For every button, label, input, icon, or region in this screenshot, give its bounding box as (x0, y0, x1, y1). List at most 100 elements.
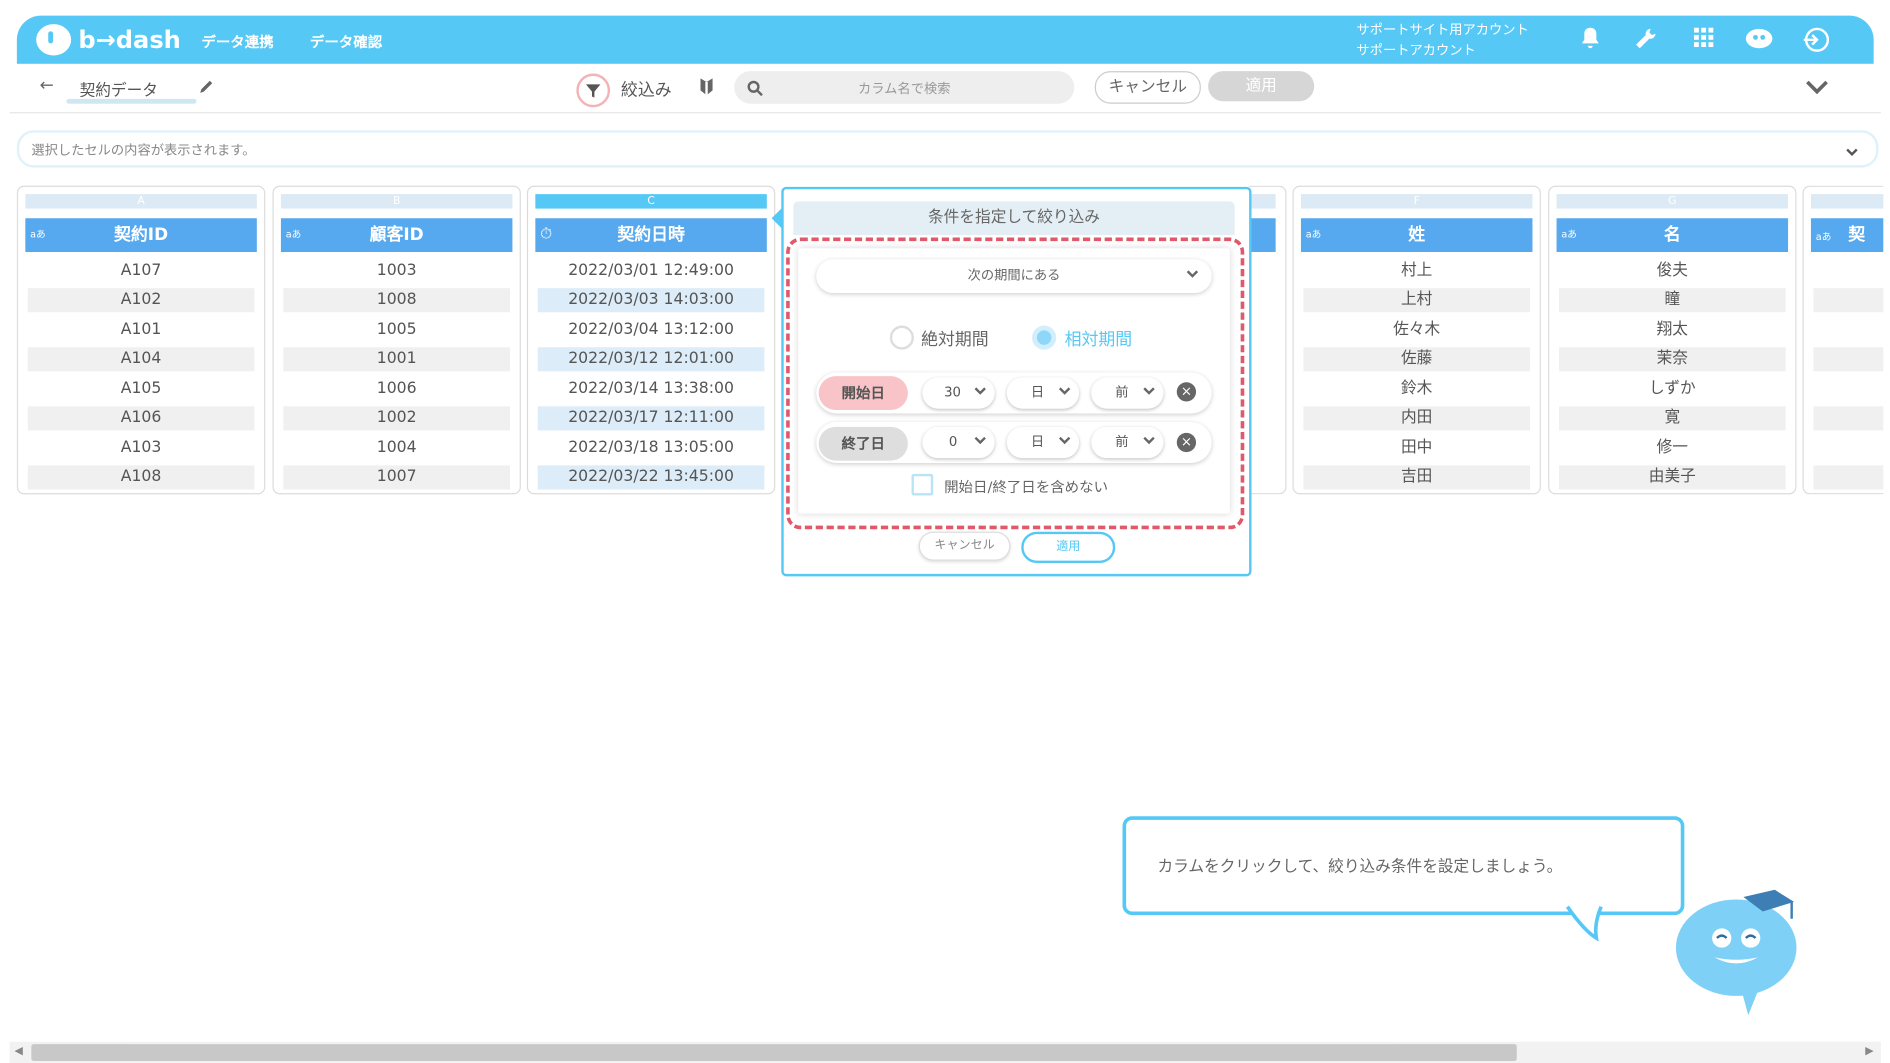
clear-start-icon[interactable]: × (1176, 382, 1197, 402)
table-cell[interactable]: 2022/03/17 12:11:00 (537, 406, 765, 431)
radio-absolute[interactable] (889, 325, 914, 350)
end-unit-select[interactable]: 日 (1006, 426, 1080, 459)
start-num-select[interactable]: 30 (922, 377, 995, 409)
wrench-icon[interactable] (1631, 27, 1660, 56)
column-name: 契 (1848, 225, 1866, 245)
table-cell[interactable]: A103 (28, 436, 255, 460)
table-cell[interactable]: 鈴木 (1303, 377, 1530, 401)
column-header[interactable]: aあ 姓 (1300, 218, 1533, 252)
table-cell[interactable]: 佐藤 (1303, 347, 1531, 372)
table-cell[interactable]: しずか (1559, 377, 1786, 401)
table-cell[interactable]: 内田 (1303, 406, 1531, 431)
column-card-first-name[interactable]: G aあ 名 俊夫 瞳 翔太 茉奈 しずか 寛 修一 由美子 (1548, 185, 1797, 495)
type-badge: aあ (1305, 229, 1322, 240)
radio-relative[interactable] (1032, 325, 1057, 350)
table-cell[interactable]: 2022/03/01 12:49:00 (538, 259, 765, 283)
column-card-partial[interactable]: aあ 契 (1802, 185, 1884, 495)
nav-data-integration[interactable]: データ連携 (201, 31, 273, 51)
mascot-icon (1675, 889, 1797, 1016)
table-cell[interactable]: 上村 (1303, 288, 1531, 313)
column-header[interactable]: ⏱ 契約日時 (535, 218, 767, 252)
table-cell[interactable]: 1005 (283, 318, 510, 342)
column-header[interactable]: aあ 契約ID (25, 218, 257, 252)
radio-relative-label[interactable]: 相対期間 (1065, 327, 1133, 351)
logo[interactable]: b→dash (36, 22, 181, 58)
popup-cancel-button[interactable]: キャンセル (918, 531, 1011, 561)
table-cell[interactable]: 1006 (283, 377, 510, 401)
table-cell[interactable]: 2022/03/18 13:05:00 (538, 436, 765, 460)
toolbar-apply-button[interactable]: 適用 (1208, 71, 1315, 102)
table-cell[interactable]: 2022/03/04 13:12:00 (538, 318, 765, 342)
exclude-checkbox[interactable] (911, 473, 934, 496)
table-cell[interactable]: 1008 (283, 288, 511, 313)
filter-icon[interactable] (576, 73, 611, 108)
table-cell[interactable]: 1002 (283, 406, 511, 431)
table-cell[interactable]: 修一 (1559, 436, 1786, 460)
chevron-down-icon[interactable] (1805, 77, 1829, 100)
column-search-input[interactable]: カラム名で検索 (734, 71, 1075, 104)
table-name[interactable]: 契約データ (80, 77, 158, 100)
end-dir-select[interactable]: 前 (1091, 426, 1164, 459)
back-arrow-icon[interactable]: ← (40, 76, 54, 95)
scrollbar-thumb[interactable] (31, 1044, 1517, 1062)
end-num-select[interactable]: 0 (922, 426, 995, 459)
logout-icon[interactable] (1801, 27, 1830, 56)
table-cell[interactable]: A102 (27, 288, 255, 313)
bookmark-icon[interactable] (697, 76, 716, 103)
toolbar-cancel-button[interactable]: キャンセル (1094, 71, 1201, 104)
column-card-customer-id[interactable]: B aあ 顧客ID 1003 1008 1005 1001 1006 1002 1… (272, 185, 521, 495)
table-cell[interactable]: 翔太 (1559, 318, 1786, 342)
table-cell[interactable]: 俊夫 (1559, 259, 1786, 283)
table-cell[interactable]: A101 (28, 318, 255, 342)
table-cell[interactable]: A107 (28, 259, 255, 283)
start-unit-select[interactable]: 日 (1006, 377, 1080, 409)
table-cell[interactable]: 寛 (1558, 406, 1786, 431)
account-info[interactable]: サポートサイト用アカウント サポートアカウント (1356, 19, 1528, 60)
table-cell[interactable]: 1007 (283, 465, 511, 490)
table-cell[interactable]: 1001 (283, 347, 511, 372)
table-cell[interactable]: 2022/03/14 13:38:00 (538, 377, 765, 401)
start-dir-select[interactable]: 前 (1091, 377, 1164, 409)
start-num-value: 30 (944, 384, 961, 401)
mascot-chat-icon[interactable] (1745, 27, 1774, 56)
table-cell[interactable]: 由美子 (1558, 465, 1786, 490)
clear-end-icon[interactable]: × (1176, 432, 1197, 453)
table-cell[interactable]: 佐々木 (1303, 318, 1530, 342)
table-cell[interactable]: 茉奈 (1558, 347, 1786, 372)
column-name: 契約ID (114, 225, 169, 245)
column-card-last-name[interactable]: F aあ 姓 村上 上村 佐々木 佐藤 鈴木 内田 田中 吉田 (1292, 185, 1541, 495)
cell-content-bar[interactable]: 選択したセルの内容が表示されます。 (16, 130, 1879, 168)
table-cell[interactable]: A108 (27, 465, 255, 490)
column-header[interactable]: aあ 名 (1556, 218, 1789, 252)
table-cell[interactable]: A104 (27, 347, 255, 372)
popup-apply-button[interactable]: 適用 (1021, 531, 1116, 564)
table-cell[interactable]: 2022/03/22 13:45:00 (537, 465, 765, 490)
chevron-down-icon (1057, 427, 1071, 458)
table-cell[interactable]: 瞳 (1558, 288, 1786, 313)
expand-chevron-icon[interactable] (1845, 140, 1859, 163)
table-cell[interactable]: 1003 (283, 259, 510, 283)
account-line-2: サポートアカウント (1356, 42, 1476, 58)
chevron-down-icon (973, 377, 987, 408)
column-card-contract-datetime[interactable]: C ⏱ 契約日時 2022/03/01 12:49:00 2022/03/03 1… (526, 185, 776, 495)
condition-select[interactable]: 次の期間にある (816, 259, 1212, 293)
table-cell[interactable]: 1004 (283, 436, 510, 460)
table-cell[interactable]: 2022/03/03 14:03:00 (537, 288, 765, 313)
edit-pencil-icon[interactable] (198, 77, 215, 100)
table-cell[interactable]: 吉田 (1303, 465, 1531, 490)
bell-icon[interactable] (1576, 27, 1605, 56)
table-cell[interactable]: 2022/03/12 12:01:00 (537, 347, 765, 372)
scroll-right-icon[interactable]: ▶ (1865, 1045, 1873, 1057)
table-cell[interactable]: 田中 (1303, 436, 1530, 460)
table-cell[interactable]: A106 (27, 406, 255, 431)
table-cell[interactable]: A105 (28, 377, 255, 401)
scroll-left-icon[interactable]: ◀ (14, 1045, 22, 1057)
column-header[interactable]: aあ 顧客ID (280, 218, 513, 252)
table-cell[interactable]: 村上 (1303, 259, 1530, 283)
exclude-checkbox-label[interactable]: 開始日/終了日を含めない (944, 476, 1108, 496)
nav-data-check[interactable]: データ確認 (310, 31, 382, 51)
radio-absolute-label[interactable]: 絶対期間 (921, 327, 989, 351)
column-header[interactable]: aあ 契 (1810, 218, 1884, 252)
column-card-contract-id[interactable]: A aあ 契約ID A107 A102 A101 A104 A105 A106 A… (16, 185, 266, 495)
grid-apps-icon[interactable] (1689, 27, 1718, 56)
